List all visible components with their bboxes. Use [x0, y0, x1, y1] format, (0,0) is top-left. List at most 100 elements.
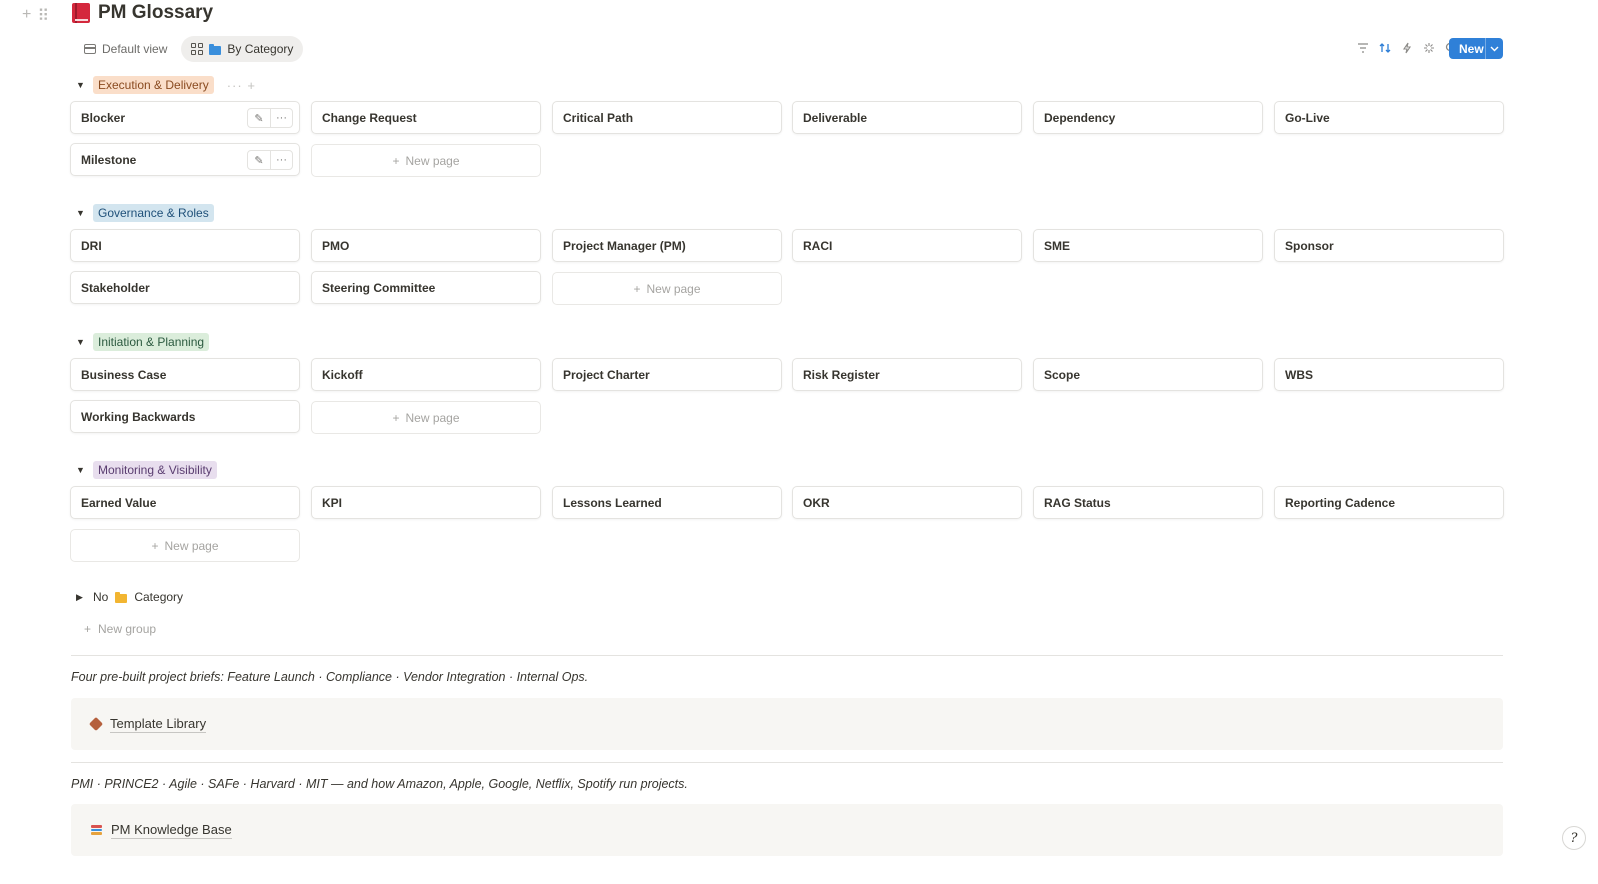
- add-block-icon[interactable]: +: [22, 6, 31, 26]
- help-button[interactable]: ?: [1562, 826, 1586, 850]
- card-title: Change Request: [322, 110, 417, 125]
- card-title: Blocker: [81, 110, 126, 125]
- group-tag: Monitoring & Visibility: [93, 461, 217, 479]
- no-category-label: Category: [134, 590, 184, 604]
- new-page-button[interactable]: + New page: [552, 272, 782, 305]
- card-title: Critical Path: [563, 110, 634, 125]
- new-button[interactable]: New: [1449, 38, 1503, 59]
- card-title: Dependency: [1044, 110, 1116, 125]
- card-title: Project Charter: [563, 367, 650, 382]
- card[interactable]: SME: [1033, 229, 1263, 262]
- group-header[interactable]: ▼ Initiation & Planning: [76, 333, 210, 351]
- template-library-link[interactable]: Template Library: [110, 716, 207, 733]
- page-header: PM Glossary: [72, 2, 213, 24]
- more-icon[interactable]: ···: [270, 109, 292, 127]
- card[interactable]: Lessons Learned: [552, 486, 782, 519]
- group-options-icon[interactable]: ··· +: [227, 78, 256, 93]
- card-title: Go-Live: [1285, 110, 1330, 125]
- card[interactable]: Business Case: [70, 358, 300, 391]
- card-title: Steering Committee: [322, 280, 436, 295]
- card[interactable]: Steering Committee: [311, 271, 541, 304]
- collapse-triangle-icon[interactable]: ▼: [76, 465, 86, 475]
- card[interactable]: Sponsor: [1274, 229, 1504, 262]
- card[interactable]: Critical Path: [552, 101, 782, 134]
- new-page-label: New page: [405, 153, 460, 168]
- group-tag: Initiation & Planning: [93, 333, 210, 351]
- chevron-down-icon[interactable]: [1485, 38, 1503, 59]
- card[interactable]: Scope: [1033, 358, 1263, 391]
- new-group-label: New group: [98, 622, 157, 636]
- card-title: Lessons Learned: [563, 495, 662, 510]
- card[interactable]: Stakeholder: [70, 271, 300, 304]
- collapse-triangle-icon[interactable]: ▼: [76, 337, 86, 347]
- card[interactable]: Blocker ✎ ···: [70, 101, 300, 134]
- expand-triangle-icon[interactable]: ▶: [76, 592, 86, 603]
- package-icon: [88, 716, 104, 732]
- card[interactable]: Change Request: [311, 101, 541, 134]
- books-icon: [91, 825, 102, 835]
- card-title: Deliverable: [803, 110, 868, 125]
- page-title[interactable]: PM Glossary: [98, 2, 213, 24]
- template-library-callout: Template Library: [71, 698, 1503, 750]
- more-icon[interactable]: ···: [270, 151, 292, 169]
- sparkle-icon[interactable]: [1422, 40, 1436, 56]
- card[interactable]: DRI: [70, 229, 300, 262]
- view-tabs: Default view By Category: [74, 36, 304, 62]
- card-title: Earned Value: [81, 495, 157, 510]
- card[interactable]: Kickoff: [311, 358, 541, 391]
- sort-icon[interactable]: [1378, 40, 1392, 56]
- new-page-label: New page: [646, 281, 701, 296]
- card[interactable]: Go-Live: [1274, 101, 1504, 134]
- tab-label: Default view: [102, 42, 168, 56]
- plus-icon: +: [84, 622, 92, 636]
- red-book-icon[interactable]: [72, 3, 90, 23]
- board-icon: [191, 43, 204, 55]
- card[interactable]: KPI: [311, 486, 541, 519]
- new-page-button[interactable]: + New page: [70, 529, 300, 562]
- group-header[interactable]: ▼ Governance & Roles: [76, 204, 214, 222]
- new-page-button[interactable]: + New page: [311, 144, 541, 177]
- group-header-no-category[interactable]: ▶ No Category: [76, 590, 183, 604]
- card-title: SME: [1044, 238, 1071, 253]
- card-title: OKR: [803, 495, 830, 510]
- plus-icon: +: [392, 153, 400, 168]
- tab-default-view[interactable]: Default view: [74, 36, 177, 62]
- card[interactable]: Dependency: [1033, 101, 1263, 134]
- card[interactable]: RAG Status: [1033, 486, 1263, 519]
- table-icon: [84, 44, 96, 54]
- collapse-triangle-icon[interactable]: ▼: [76, 80, 86, 90]
- card-title: Business Case: [81, 367, 167, 382]
- knowledge-base-callout: PM Knowledge Base: [71, 804, 1503, 856]
- tab-by-category[interactable]: By Category: [181, 36, 304, 62]
- lightning-icon[interactable]: [1400, 40, 1414, 56]
- drag-handle-icon[interactable]: ⠿: [37, 6, 49, 26]
- new-page-button[interactable]: + New page: [311, 401, 541, 434]
- card-title: Stakeholder: [81, 280, 150, 295]
- card[interactable]: OKR: [792, 486, 1022, 519]
- card[interactable]: PMO: [311, 229, 541, 262]
- edit-icon[interactable]: ✎: [248, 151, 270, 169]
- template-library-description: Four pre-built project briefs: Feature L…: [71, 670, 589, 684]
- card[interactable]: RACI: [792, 229, 1022, 262]
- card[interactable]: WBS: [1274, 358, 1504, 391]
- new-group-button[interactable]: + New group: [84, 622, 156, 636]
- card[interactable]: Risk Register: [792, 358, 1022, 391]
- card-title: Risk Register: [803, 367, 880, 382]
- group-header[interactable]: ▼ Monitoring & Visibility: [76, 461, 217, 479]
- card[interactable]: Project Manager (PM): [552, 229, 782, 262]
- divider: [71, 655, 1503, 656]
- knowledge-base-link[interactable]: PM Knowledge Base: [111, 822, 232, 839]
- card[interactable]: Deliverable: [792, 101, 1022, 134]
- card[interactable]: Milestone ✎ ···: [70, 143, 300, 176]
- collapse-triangle-icon[interactable]: ▼: [76, 208, 86, 218]
- plus-icon: +: [392, 410, 400, 425]
- edit-icon[interactable]: ✎: [248, 109, 270, 127]
- card[interactable]: Earned Value: [70, 486, 300, 519]
- card[interactable]: Working Backwards: [70, 400, 300, 433]
- card[interactable]: Project Charter: [552, 358, 782, 391]
- filter-icon[interactable]: [1356, 40, 1370, 56]
- card-actions: ✎ ···: [247, 108, 293, 128]
- group-header[interactable]: ▼ Execution & Delivery ··· +: [76, 76, 256, 94]
- folder-icon: [209, 43, 222, 55]
- card[interactable]: Reporting Cadence: [1274, 486, 1504, 519]
